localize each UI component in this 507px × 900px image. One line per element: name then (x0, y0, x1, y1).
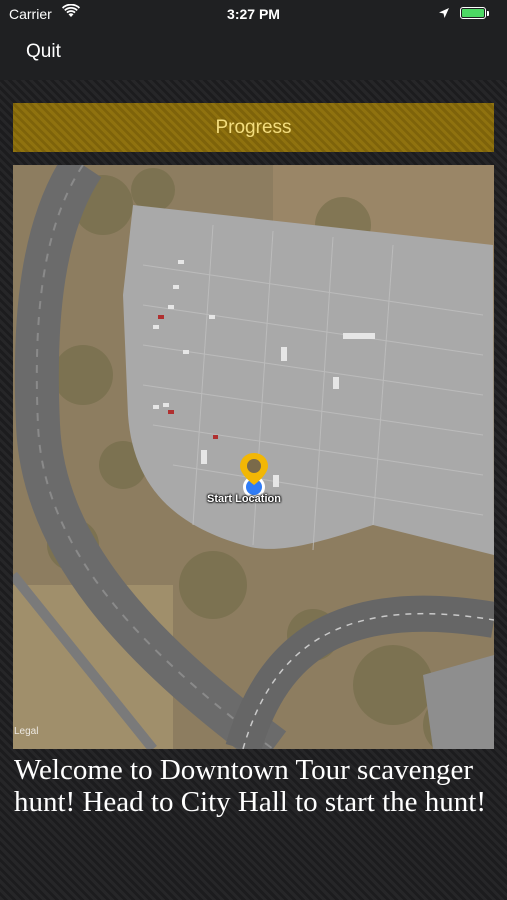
welcome-message: Welcome to Downtown Tour scavenger hunt!… (14, 754, 486, 818)
nav-bar: Quit (0, 28, 507, 80)
status-time: 3:27 PM (227, 6, 280, 22)
battery-icon (460, 7, 489, 19)
progress-label: Progress (215, 116, 292, 138)
quit-button[interactable]: Quit (26, 41, 61, 63)
status-bar: Carrier 3:27 PM (0, 0, 507, 28)
location-arrow-icon (438, 6, 450, 22)
legal-link[interactable]: Legal (14, 726, 38, 737)
satellite-map[interactable]: Start Location (13, 165, 494, 749)
progress-button[interactable]: Progress (13, 103, 494, 152)
start-location-label: Start Location (207, 493, 281, 505)
